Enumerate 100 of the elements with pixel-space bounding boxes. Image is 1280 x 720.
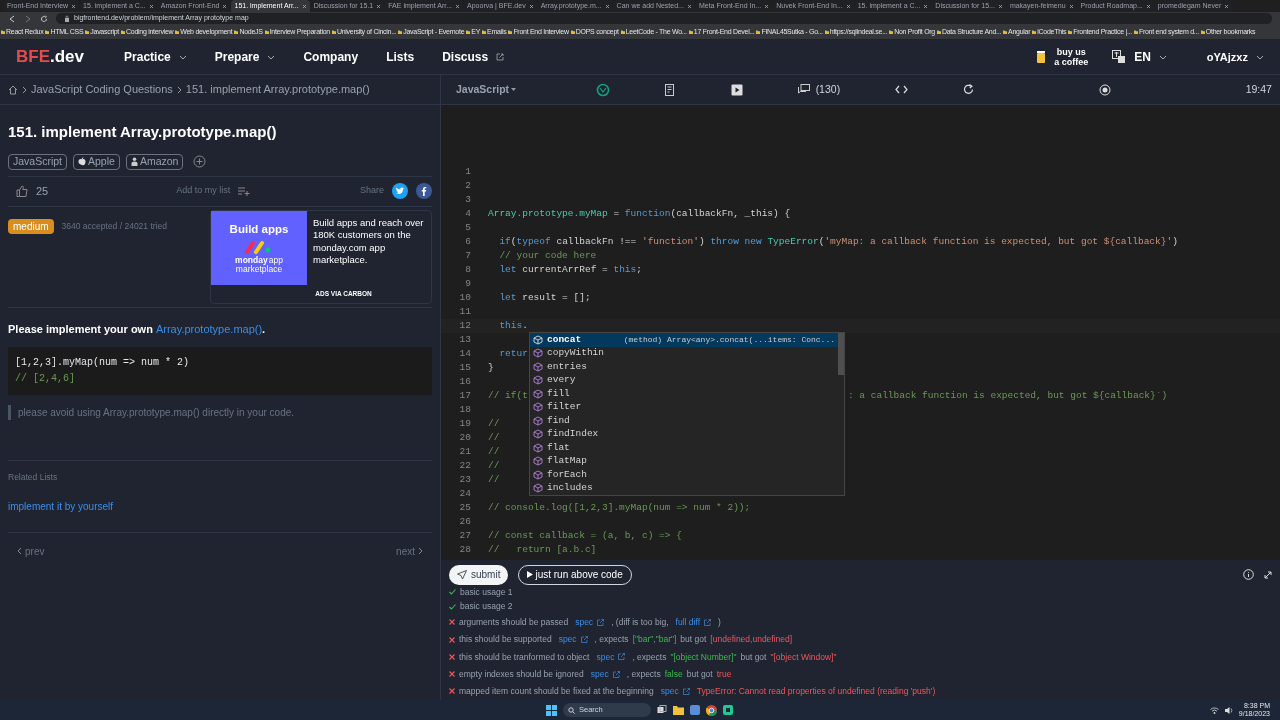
close-icon[interactable] [1068,3,1074,9]
language-dropdown[interactable]: JavaScript [456,81,596,98]
twitter-icon[interactable] [392,183,408,199]
line-number: 6 [464,234,471,249]
line-number: 16 [458,374,471,389]
external-link-icon [618,653,626,661]
close-icon[interactable] [71,3,77,9]
close-icon[interactable] [1224,3,1230,9]
autocomplete-popup[interactable]: concat (method) Array<any>.concat(...items: Conc... copyWithin entries every fill filter find findIndex flat flatMap forEach includes [529,332,845,496]
video-icon[interactable] [730,83,743,96]
nav-link[interactable]: Company [303,48,359,66]
close-icon[interactable] [1145,3,1151,9]
close-icon[interactable] [222,3,228,9]
suggestion-item[interactable]: filter [530,400,838,414]
nav-link[interactable]: Discuss [442,48,505,66]
wifi-icon[interactable] [1209,706,1219,714]
close-icon[interactable] [845,3,851,9]
code-line: let result = []; [498,290,591,305]
suggestion-item[interactable]: flat [530,441,838,455]
logo-text[interactable]: BFE [16,44,50,70]
reset-icon[interactable] [962,84,974,95]
nav-link[interactable]: Lists [386,48,415,66]
suggestion-item[interactable]: concat (method) Array<any>.concat(...items: Conc... [530,333,838,347]
forward-icon[interactable] [24,14,32,23]
tag[interactable]: Amazon [125,153,184,170]
line-number: 24 [458,486,471,501]
suggestion-item[interactable]: find [530,414,838,428]
add-circle-icon[interactable] [193,155,207,168]
close-icon[interactable] [455,3,461,9]
ai-assistant-icon[interactable] [596,82,610,97]
cube-icon [533,429,543,440]
facebook-icon[interactable] [416,183,432,199]
comments-button[interactable]: (130) [797,81,841,98]
search-icon [568,706,575,714]
playlist-add-icon [238,186,251,196]
share-label: Share [359,184,384,198]
related-list-link[interactable]: implement it by yourself [8,498,432,514]
result-text: mapped item count should be fixed at the beginning [459,684,654,698]
spec-link[interactable]: spec [575,616,605,629]
suggestion-item[interactable]: includes [530,481,838,495]
back-icon[interactable] [8,14,16,23]
record-icon[interactable] [1098,83,1111,96]
result-text: , (diff is too big, [611,616,669,629]
folder-icon[interactable] [673,705,684,715]
nav-link[interactable]: Practice [124,48,187,66]
ad-banner[interactable]: Build apps mondayapp marketplace [211,210,307,285]
submit-button[interactable]: submit [449,564,509,585]
folder-icon [1068,30,1073,34]
browser-icon[interactable] [706,704,717,716]
close-icon[interactable] [604,3,610,9]
language-selector[interactable]: EN [1134,48,1167,66]
result-value: false [664,667,683,681]
breadcrumb-link[interactable]: 151. implement Array.prototype.map() [185,81,370,98]
close-icon[interactable] [764,3,770,9]
expand-icon[interactable] [1264,570,1272,579]
spec-link[interactable]: spec [596,650,626,664]
folder-icon [85,30,90,34]
suggestion-label: entries [547,359,588,374]
cube-icon [533,348,543,359]
suggestion-item[interactable]: every [530,373,838,387]
close-icon[interactable] [301,3,307,9]
info-icon[interactable] [1243,569,1254,581]
spec-link[interactable]: full diff [675,616,712,629]
spec-link[interactable]: spec [558,633,588,646]
close-icon[interactable] [686,3,692,9]
tag[interactable]: JavaScript [8,153,68,170]
suggestion-item[interactable]: fill [530,387,838,401]
speaker-icon[interactable] [1224,706,1233,714]
folder-icon [570,30,575,34]
suggestion-item[interactable]: flatMap [530,454,838,468]
line-number: 26 [458,514,471,529]
reload-icon[interactable] [40,14,48,23]
thumbs-up-icon[interactable] [16,185,28,197]
nav-link[interactable]: Prepare [214,48,276,66]
coffee-link[interactable]: buy us a coffee [1054,47,1089,67]
close-icon[interactable] [148,3,154,9]
breadcrumb-link[interactable]: JavaScript Coding Questions [31,81,173,98]
close-icon[interactable] [997,3,1003,9]
user-menu[interactable]: oYAjzxz [1206,48,1264,66]
spec-link[interactable]: spec [660,684,690,698]
close-icon[interactable] [376,3,382,9]
notes-icon[interactable] [664,83,676,96]
code-icon[interactable] [895,85,908,94]
suggestion-item[interactable]: copyWithin [530,346,838,360]
spec-link[interactable]: spec [590,667,620,681]
suggestion-label: fill [547,386,571,401]
suggestion-item[interactable]: forEach [530,468,838,482]
close-icon[interactable] [923,3,929,9]
code-line: // [488,458,500,473]
scrollbar-thumb[interactable] [838,333,844,375]
result-text: but got [740,650,767,664]
close-icon[interactable] [528,3,534,9]
external-link-icon [496,53,505,61]
logo-text[interactable]: .dev [50,44,85,70]
suggestion-item[interactable]: findIndex [530,427,838,441]
task-view-icon[interactable] [657,705,667,715]
windows-start-icon[interactable] [546,704,557,716]
suggestion-item[interactable]: entries [530,360,838,374]
tag[interactable]: Apple [73,153,120,170]
app-icon[interactable] [723,705,733,715]
